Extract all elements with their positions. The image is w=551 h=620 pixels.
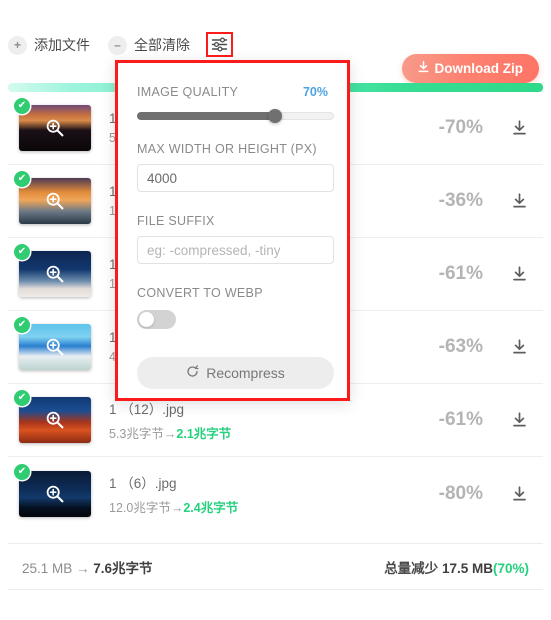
summary-new-size: 7.6兆字节 (93, 560, 153, 576)
download-icon[interactable] (509, 266, 529, 282)
check-icon: ✔ (14, 244, 30, 260)
zoom-in-icon (45, 118, 65, 138)
compression-percent: -80% (438, 482, 483, 504)
sliders-icon (211, 37, 228, 52)
convert-to-webp-label: CONVERT TO WEBP (137, 286, 263, 300)
file-size-original: 5.3兆字节→ (109, 427, 177, 441)
download-icon[interactable] (509, 120, 529, 136)
download-icon[interactable] (509, 412, 529, 428)
check-icon: ✔ (14, 98, 30, 114)
summary-total-label: 总量减少 (384, 560, 442, 576)
image-quality-value: 70% (302, 85, 328, 99)
file-suffix-label: FILE SUFFIX (137, 214, 215, 228)
toggle-knob (139, 312, 154, 327)
compression-percent: -63% (438, 336, 483, 357)
thumbnail-image (19, 470, 91, 517)
recompress-button[interactable]: Recompress (137, 357, 334, 389)
thumbnail-image (19, 105, 91, 151)
check-icon: ✔ (14, 317, 30, 333)
file-size-compressed: 2.1兆字节 (176, 427, 232, 441)
download-icon[interactable] (509, 339, 529, 355)
file-thumbnail[interactable]: ✔ (14, 171, 91, 224)
file-row[interactable]: ✔ 1 （6）.jpg 12.0兆字节→2.4兆字节 -80% (8, 457, 543, 530)
compression-percent: -61% (438, 263, 483, 284)
thumbnail-image (19, 178, 91, 224)
file-name: 1 （6）.jpg (109, 475, 177, 491)
clear-all-label: 全部清除 (134, 37, 190, 53)
thumbnail-image (19, 397, 91, 443)
download-icon[interactable] (509, 485, 529, 502)
settings-panel: IMAGE QUALITY 70% MAX WIDTH OR HEIGHT (P… (115, 60, 350, 401)
file-thumbnail[interactable]: ✔ (14, 244, 91, 297)
summary-total-value: 17.5 MB (441, 560, 493, 576)
add-files-label: 添加文件 (34, 37, 90, 53)
image-compressor-app: + 添加文件 – 全部清除 Download Zip ✔ 1 -70% ✔ 1 … (0, 0, 551, 620)
file-thumbnail[interactable]: ✔ (14, 463, 91, 517)
download-zip-label: Download Zip (434, 61, 524, 76)
check-icon: ✔ (14, 171, 30, 187)
file-name: 1 （12）.jpg (109, 402, 185, 417)
slider-thumb[interactable] (267, 109, 282, 123)
max-dimension-input[interactable] (137, 164, 334, 192)
file-info: 1 （6）.jpg 12.0兆字节→2.4兆字节 (109, 472, 439, 516)
recompress-label: Recompress (206, 365, 285, 381)
file-thumbnail[interactable]: ✔ (14, 390, 91, 443)
summary-original-size: 25.1 MB → (22, 560, 94, 576)
add-files-button[interactable]: + 添加文件 (8, 35, 90, 55)
zoom-in-icon (45, 410, 65, 430)
file-size: 12.0兆字节→2.4兆字节 (109, 497, 439, 516)
refresh-icon (186, 365, 199, 381)
compression-percent: -36% (438, 190, 483, 211)
thumbnail-image (19, 251, 91, 297)
settings-button[interactable] (206, 32, 233, 57)
image-quality-row: IMAGE QUALITY 70% (137, 85, 328, 99)
check-icon: ✔ (14, 463, 30, 480)
file-size-original: 12.0兆字节→ (109, 500, 184, 515)
summary-total-saved: 总量减少 17.5 MB(70%) (384, 557, 529, 577)
image-quality-label: IMAGE QUALITY (137, 85, 239, 99)
plus-icon: + (8, 35, 27, 55)
file-thumbnail[interactable]: ✔ (14, 98, 91, 151)
download-icon (418, 61, 429, 76)
file-info: 1 （12）.jpg 5.3兆字节→2.1兆字节 (109, 398, 439, 442)
check-icon: ✔ (14, 390, 30, 406)
minus-icon: – (108, 35, 127, 55)
compression-percent: -70% (438, 117, 483, 138)
file-suffix-input[interactable] (137, 236, 334, 264)
image-quality-slider[interactable] (137, 109, 334, 123)
file-thumbnail[interactable]: ✔ (14, 317, 91, 370)
summary-total-percent: (70%) (492, 560, 529, 576)
download-zip-button[interactable]: Download Zip (401, 54, 539, 83)
summary-bar: 25.1 MB → 7.6兆字节 总量减少 17.5 MB(70%) (8, 543, 543, 590)
file-size: 5.3兆字节→2.1兆字节 (109, 423, 439, 442)
thumbnail-image (19, 324, 91, 370)
zoom-in-icon (45, 337, 65, 357)
compression-percent: -61% (438, 409, 483, 430)
max-dimension-label: MAX WIDTH OR HEIGHT (PX) (137, 142, 317, 156)
zoom-in-icon (45, 484, 65, 504)
clear-all-button[interactable]: – 全部清除 (108, 35, 190, 55)
slider-fill (137, 112, 275, 120)
file-size-compressed: 2.4兆字节 (183, 500, 239, 515)
zoom-in-icon (45, 264, 65, 284)
summary-size-change: 25.1 MB → 7.6兆字节 (22, 557, 153, 577)
download-icon[interactable] (509, 193, 529, 209)
zoom-in-icon (45, 191, 65, 211)
convert-to-webp-toggle[interactable] (137, 310, 176, 329)
